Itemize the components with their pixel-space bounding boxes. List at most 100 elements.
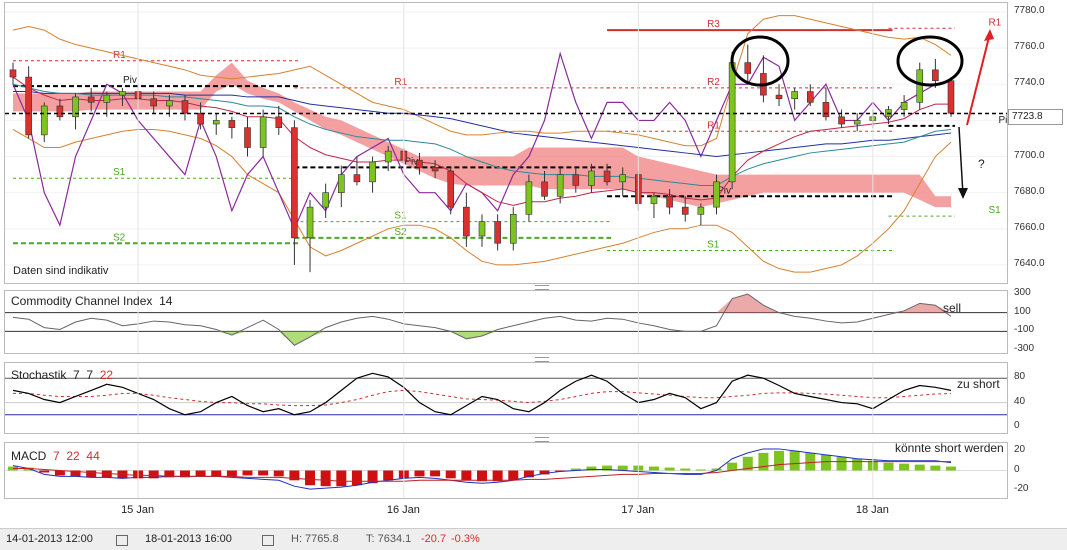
arrow-head — [984, 29, 994, 41]
price-tick: 7760.0 — [1014, 41, 1045, 53]
time-tick: 17 Jan — [621, 504, 655, 516]
stochastic-panel: Stochastik 7 7 22 zu short — [4, 362, 1008, 434]
macd-histogram-bar — [617, 465, 628, 471]
candle-down — [25, 76, 32, 136]
macd-panel: MACD 7 22 44 könnte short werden — [4, 441, 1008, 499]
candle-down — [56, 105, 64, 118]
macd-histogram-bar — [727, 462, 738, 471]
macd-histogram-bar — [477, 470, 487, 482]
macd-histogram-bar — [914, 464, 925, 471]
macd-histogram-bar — [930, 465, 941, 471]
time-axis: 15 Jan 16 Jan 17 Jan 18 Jan — [4, 499, 1006, 521]
macd-histogram-bar — [648, 466, 659, 471]
macd-histogram-bar — [258, 470, 269, 476]
macd-histogram-bar — [758, 452, 769, 471]
candle-down — [447, 170, 455, 208]
pivot-label: R1 — [394, 77, 407, 88]
macd-histogram-bar — [805, 452, 816, 471]
macd-axis: 20 0 -20 — [1008, 442, 1066, 497]
candle-up — [478, 221, 486, 237]
candle-down — [291, 127, 298, 239]
macd-histogram-bar — [461, 470, 472, 481]
calendar-icon[interactable] — [262, 535, 274, 546]
candle-down — [9, 69, 17, 78]
candle-down — [463, 206, 470, 237]
pivot-label: Piv — [998, 115, 1007, 126]
question-mark: ? — [978, 157, 985, 171]
cci-title: Commodity Channel Index 14 — [11, 294, 173, 308]
candle-down — [932, 69, 939, 81]
macd-histogram-bar — [195, 470, 206, 477]
pivot-label: S2 — [394, 227, 407, 238]
cci-axis: 300 100 -100 -300 — [1008, 287, 1066, 354]
macd-histogram-bar — [242, 470, 253, 476]
pivot-label: R2 — [707, 77, 720, 88]
macd-histogram-bar — [351, 470, 362, 486]
axis-tick: -300 — [1014, 343, 1035, 354]
candle-down — [150, 98, 157, 107]
macd-histogram-bar — [336, 470, 347, 487]
stochastic-signal-line — [13, 389, 952, 407]
macd-histogram-bar — [789, 450, 800, 471]
candle-up — [322, 192, 329, 208]
highlight-circle — [730, 35, 790, 87]
candle-up — [525, 181, 533, 215]
candle-down — [181, 100, 189, 114]
stochastic-axis: 80 40 0 — [1008, 362, 1066, 432]
candle-up — [384, 150, 392, 163]
macd-note: könnte short werden — [895, 441, 1004, 455]
candle-down — [806, 91, 814, 103]
stochastic-chart — [5, 363, 1007, 433]
candle-up — [791, 91, 798, 100]
highlight-circle — [896, 35, 964, 87]
candle-down — [431, 167, 439, 172]
low-value: T: 7634.1 — [366, 533, 412, 545]
candle-up — [728, 62, 736, 183]
axis-tick: 300 — [1014, 287, 1031, 298]
pivot-label: S1 — [394, 211, 407, 222]
pivot-label: Piv — [123, 75, 137, 86]
candle-down — [572, 174, 580, 186]
candle-up — [40, 105, 48, 136]
macd-histogram-bar — [883, 462, 894, 471]
date-from[interactable]: 14-01-2013 12:00 — [6, 533, 93, 545]
macd-histogram-bar — [39, 470, 50, 473]
candle-up — [916, 69, 924, 103]
candle-down — [744, 62, 752, 74]
stochastic-line — [12, 372, 952, 416]
candle-up — [588, 170, 595, 186]
main-chart: R1PivS1S2R1PivS1S2R3R2R1PivS1R1PivS1? — [5, 3, 1007, 283]
pivot-label: S1 — [988, 205, 1001, 216]
macd-histogram-bar — [86, 470, 97, 478]
axis-tick: -100 — [1014, 324, 1035, 336]
calendar-icon[interactable] — [116, 535, 128, 546]
candle-down — [494, 221, 501, 244]
arrow-down — [958, 126, 964, 196]
cci-note: sell — [943, 301, 962, 315]
change-value: -20.7 — [421, 533, 447, 545]
candle-up — [900, 102, 908, 110]
candle-down — [353, 174, 361, 183]
candle-up — [119, 91, 126, 96]
candle-up — [556, 174, 564, 197]
price-axis: 7780.07760.07740.07720.07700.07680.07660… — [1008, 2, 1066, 282]
arrow-head — [958, 188, 968, 199]
macd-histogram-bar — [820, 454, 831, 471]
candle-up — [650, 195, 658, 204]
candle-down — [244, 127, 251, 148]
macd-histogram-bar — [695, 469, 706, 471]
stochastic-title: Stochastik 7 7 22 — [11, 368, 114, 382]
candle-up — [166, 100, 173, 107]
date-to[interactable]: 18-01-2013 16:00 — [145, 533, 232, 545]
macd-histogram-bar — [836, 456, 847, 471]
candle-up — [337, 174, 345, 193]
price-tick: 7780.0 — [1014, 5, 1045, 17]
cci-oversold-area — [13, 331, 951, 346]
time-tick: 16 Jan — [386, 504, 420, 516]
candle-down — [603, 170, 611, 183]
price-tick: 7700.0 — [1014, 149, 1045, 161]
candle-up — [853, 120, 861, 125]
macd-histogram-bar — [211, 470, 222, 477]
candle-down — [197, 112, 204, 125]
change-percent: -0.3% — [451, 533, 480, 545]
